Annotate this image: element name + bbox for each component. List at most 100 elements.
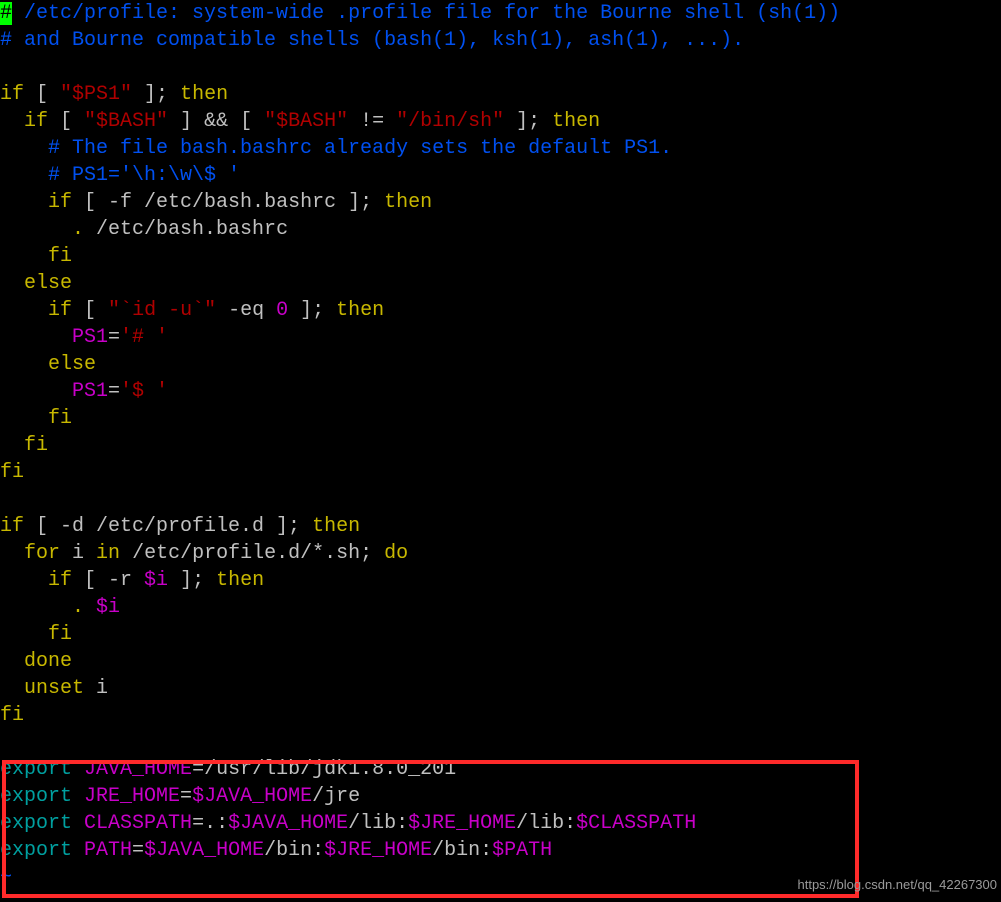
var-name: CLASSPATH xyxy=(84,812,192,835)
equals: = xyxy=(180,785,192,808)
keyword-fi: fi xyxy=(24,434,48,457)
var-name: PS1 xyxy=(72,380,108,403)
variable: $JRE_HOME xyxy=(408,812,516,835)
variable: $i xyxy=(96,596,120,619)
keyword-if: if xyxy=(0,83,24,106)
indent xyxy=(0,434,24,457)
var-name: PATH xyxy=(84,839,132,862)
quote: " xyxy=(108,299,120,322)
keyword-then: then xyxy=(180,83,228,106)
text: ] && [ xyxy=(168,110,264,133)
equals: = xyxy=(132,839,144,862)
string: "$PS1" xyxy=(60,83,132,106)
cursor: # xyxy=(0,2,12,25)
keyword-fi: fi xyxy=(0,461,24,484)
text: i xyxy=(84,677,108,700)
keyword-fi: fi xyxy=(48,245,72,268)
indent xyxy=(0,623,48,646)
text: -eq xyxy=(216,299,276,322)
text: [ xyxy=(48,110,84,133)
text: ]; xyxy=(168,569,216,592)
text: /bin: xyxy=(432,839,492,862)
variable: $JAVA_HOME xyxy=(192,785,312,808)
indent xyxy=(0,353,48,376)
text: /bin: xyxy=(264,839,324,862)
variable: $PATH xyxy=(492,839,552,862)
text: ]; xyxy=(504,110,552,133)
var-name: PS1 xyxy=(72,326,108,349)
text: =.: xyxy=(192,812,228,835)
text: /lib: xyxy=(516,812,576,835)
keyword-fi: fi xyxy=(0,704,24,727)
text: /etc/bash.bashrc xyxy=(84,218,288,241)
string: "/bin/sh" xyxy=(396,110,504,133)
keyword-then: then xyxy=(336,299,384,322)
quote: " xyxy=(204,299,216,322)
variable: $i xyxy=(144,569,168,592)
text: /lib: xyxy=(348,812,408,835)
keyword-else: else xyxy=(24,272,72,295)
keyword-then: then xyxy=(384,191,432,214)
space xyxy=(72,785,84,808)
keyword-then: then xyxy=(312,515,360,538)
text: ]; xyxy=(288,299,336,322)
keyword-else: else xyxy=(48,353,96,376)
comment: # and Bourne compatible shells (bash(1),… xyxy=(0,29,744,52)
keyword-if: if xyxy=(48,299,72,322)
indent xyxy=(0,407,48,430)
keyword-done: done xyxy=(24,650,72,673)
string: '$ ' xyxy=(120,380,168,403)
comment: # PS1='\h:\w\$ ' xyxy=(0,164,240,187)
keyword-in: in xyxy=(96,542,120,565)
text: /jre xyxy=(312,785,360,808)
string: "$BASH" xyxy=(84,110,168,133)
keyword-then: then xyxy=(216,569,264,592)
dot: . xyxy=(72,596,84,619)
variable: $JAVA_HOME xyxy=(228,812,348,835)
keyword-unset: unset xyxy=(24,677,84,700)
indent xyxy=(0,596,72,619)
keyword-then: then xyxy=(552,110,600,133)
number: 0 xyxy=(276,299,288,322)
var-name: JAVA_HOME xyxy=(84,758,192,781)
text: [ xyxy=(72,299,108,322)
variable: $JRE_HOME xyxy=(324,839,432,862)
text: [ -r xyxy=(72,569,144,592)
keyword-fi: fi xyxy=(48,407,72,430)
variable: $JAVA_HOME xyxy=(144,839,264,862)
indent xyxy=(0,677,24,700)
space xyxy=(72,812,84,835)
keyword-export: export xyxy=(0,812,72,835)
code-editor[interactable]: # /etc/profile: system-wide .profile fil… xyxy=(0,0,1001,891)
keyword-do: do xyxy=(384,542,408,565)
space xyxy=(84,596,96,619)
indent xyxy=(0,650,24,673)
var-name: JRE_HOME xyxy=(84,785,180,808)
indent xyxy=(0,272,24,295)
text: [ -d /etc/profile.d ]; xyxy=(24,515,312,538)
indent xyxy=(0,380,72,403)
indent xyxy=(0,218,72,241)
indent xyxy=(0,191,48,214)
equals: = xyxy=(108,380,120,403)
keyword-if: if xyxy=(0,515,24,538)
text: ]; xyxy=(132,83,180,106)
keyword-for: for xyxy=(24,542,60,565)
backtick: `id -u` xyxy=(120,299,204,322)
keyword-export: export xyxy=(0,758,72,781)
keyword-if: if xyxy=(48,569,72,592)
space xyxy=(72,758,84,781)
keyword-fi: fi xyxy=(48,623,72,646)
equals: = xyxy=(108,326,120,349)
indent xyxy=(0,299,48,322)
text: != xyxy=(348,110,396,133)
indent xyxy=(0,245,48,268)
text: =/usr/lib/jdk1.8.0_201 xyxy=(192,758,456,781)
string: '# ' xyxy=(120,326,168,349)
keyword-export: export xyxy=(0,785,72,808)
keyword-if: if xyxy=(48,191,72,214)
space xyxy=(72,839,84,862)
indent xyxy=(0,326,72,349)
watermark: https://blog.csdn.net/qq_42267300 xyxy=(798,871,998,898)
text: /etc/profile.d/*.sh; xyxy=(120,542,384,565)
